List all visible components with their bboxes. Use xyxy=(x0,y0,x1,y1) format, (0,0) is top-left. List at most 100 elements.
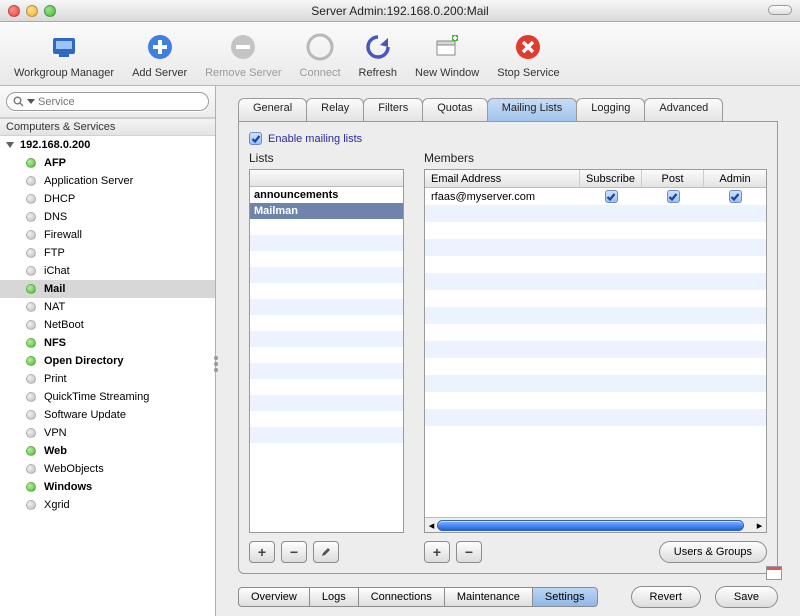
member-row xyxy=(425,239,766,256)
member-row[interactable]: rfaas@myserver.com xyxy=(425,188,766,205)
member-checkbox[interactable] xyxy=(642,190,704,203)
status-dot-icon xyxy=(26,338,36,348)
sidebar-item-xgrid[interactable]: Xgrid xyxy=(0,496,215,514)
add-server-button[interactable]: Add Server xyxy=(124,30,195,79)
seg-settings[interactable]: Settings xyxy=(532,587,598,607)
add-server-label: Add Server xyxy=(132,67,187,79)
sidebar-item-nfs[interactable]: NFS xyxy=(0,334,215,352)
sidebar-item-vpn[interactable]: VPN xyxy=(0,424,215,442)
save-button[interactable]: Save xyxy=(715,586,778,608)
sidebar-host-row[interactable]: 192.168.0.200 xyxy=(0,136,215,154)
sidebar-item-label: iChat xyxy=(44,265,70,277)
search-field[interactable] xyxy=(6,92,209,111)
add-list-button[interactable]: + xyxy=(249,541,275,563)
search-scope-dropdown-icon[interactable] xyxy=(27,99,35,104)
remove-list-button[interactable]: − xyxy=(281,541,307,563)
sidebar-item-webobjects[interactable]: WebObjects xyxy=(0,460,215,478)
seg-overview[interactable]: Overview xyxy=(238,587,310,607)
scroll-right-arrow-icon[interactable]: ▸ xyxy=(753,519,766,532)
status-dot-icon xyxy=(26,176,36,186)
main-pane: General Relay Filters Quotas Mailing Lis… xyxy=(216,86,800,616)
seg-connections[interactable]: Connections xyxy=(358,587,445,607)
revert-button[interactable]: Revert xyxy=(631,586,701,608)
list-row xyxy=(250,219,403,235)
remove-member-button[interactable]: − xyxy=(456,541,482,563)
disclosure-triangle-icon[interactable] xyxy=(6,142,14,148)
tab-bar: General Relay Filters Quotas Mailing Lis… xyxy=(238,98,778,122)
sidebar-item-label: VPN xyxy=(44,427,67,439)
workgroup-manager-button[interactable]: Workgroup Manager xyxy=(6,30,122,79)
members-col-post[interactable]: Post xyxy=(642,170,704,187)
sidebar-item-afp[interactable]: AFP xyxy=(0,154,215,172)
tab-relay[interactable]: Relay xyxy=(306,98,364,122)
sidebar-item-firewall[interactable]: Firewall xyxy=(0,226,215,244)
sidebar-item-label: Xgrid xyxy=(44,499,70,511)
sidebar-item-dhcp[interactable]: DHCP xyxy=(0,190,215,208)
sidebar-item-ichat[interactable]: iChat xyxy=(0,262,215,280)
sidebar-item-quicktime-streaming[interactable]: QuickTime Streaming xyxy=(0,388,215,406)
seg-maintenance[interactable]: Maintenance xyxy=(444,587,533,607)
edit-list-button[interactable] xyxy=(313,541,339,563)
list-row xyxy=(250,315,403,331)
tab-general[interactable]: General xyxy=(238,98,307,122)
tab-filters[interactable]: Filters xyxy=(363,98,423,122)
tab-logging[interactable]: Logging xyxy=(576,98,645,122)
enable-mailing-lists-checkbox[interactable]: Enable mailing lists xyxy=(249,132,767,145)
seg-logs[interactable]: Logs xyxy=(309,587,359,607)
tab-quotas[interactable]: Quotas xyxy=(422,98,487,122)
sidebar-item-label: FTP xyxy=(44,247,65,259)
member-row xyxy=(425,205,766,222)
member-checkbox[interactable] xyxy=(704,190,766,203)
toolbar-toggle-pill[interactable] xyxy=(768,5,792,15)
members-horizontal-scrollbar[interactable]: ◂ ▸ xyxy=(425,517,766,532)
member-row xyxy=(425,409,766,426)
lists-table[interactable]: announcements Mailman xyxy=(249,169,404,533)
pencil-icon xyxy=(320,546,332,558)
list-row[interactable]: Mailman xyxy=(250,203,403,219)
list-item-label: Mailman xyxy=(254,205,298,217)
member-checkbox[interactable] xyxy=(580,190,642,203)
member-row xyxy=(425,222,766,239)
status-dot-icon xyxy=(26,230,36,240)
refresh-button[interactable]: Refresh xyxy=(351,30,406,79)
users-and-groups-button[interactable]: Users & Groups xyxy=(659,541,767,563)
sidebar-item-software-update[interactable]: Software Update xyxy=(0,406,215,424)
list-row xyxy=(250,235,403,251)
member-row xyxy=(425,273,766,290)
new-window-button[interactable]: New Window xyxy=(407,30,487,79)
scroll-thumb[interactable] xyxy=(437,520,744,531)
add-member-button[interactable]: + xyxy=(424,541,450,563)
sidebar-item-application-server[interactable]: Application Server xyxy=(0,172,215,190)
member-row xyxy=(425,256,766,273)
list-row[interactable]: announcements xyxy=(250,187,403,203)
members-col-subscribe[interactable]: Subscribe xyxy=(580,170,642,187)
sidebar-item-open-directory[interactable]: Open Directory xyxy=(0,352,215,370)
tab-mailing-lists[interactable]: Mailing Lists xyxy=(487,98,578,122)
members-col-admin[interactable]: Admin xyxy=(704,170,766,187)
sidebar-item-nat[interactable]: NAT xyxy=(0,298,215,316)
list-row xyxy=(250,251,403,267)
sidebar-item-label: WebObjects xyxy=(44,463,104,475)
sidebar-item-ftp[interactable]: FTP xyxy=(0,244,215,262)
splitter-handle[interactable] xyxy=(211,351,221,377)
stop-service-button[interactable]: Stop Service xyxy=(489,30,567,79)
members-table[interactable]: Email Address Subscribe Post Admin rfaas… xyxy=(424,169,767,533)
status-dot-icon xyxy=(26,248,36,258)
checkbox-icon xyxy=(667,190,680,203)
window-title: Server Admin:192.168.0.200:Mail xyxy=(0,4,800,18)
sidebar-item-netboot[interactable]: NetBoot xyxy=(0,316,215,334)
status-dot-icon xyxy=(26,500,36,510)
sidebar-item-mail[interactable]: Mail xyxy=(0,280,215,298)
member-row xyxy=(425,392,766,409)
calendar-icon[interactable] xyxy=(766,566,782,580)
sidebar-item-dns[interactable]: DNS xyxy=(0,208,215,226)
checkbox-icon xyxy=(729,190,742,203)
sidebar-item-label: Print xyxy=(44,373,67,385)
tab-advanced[interactable]: Advanced xyxy=(644,98,723,122)
search-input[interactable] xyxy=(38,96,202,108)
members-col-email[interactable]: Email Address xyxy=(425,170,580,187)
sidebar-item-print[interactable]: Print xyxy=(0,370,215,388)
list-row xyxy=(250,379,403,395)
sidebar-item-windows[interactable]: Windows xyxy=(0,478,215,496)
sidebar-item-web[interactable]: Web xyxy=(0,442,215,460)
